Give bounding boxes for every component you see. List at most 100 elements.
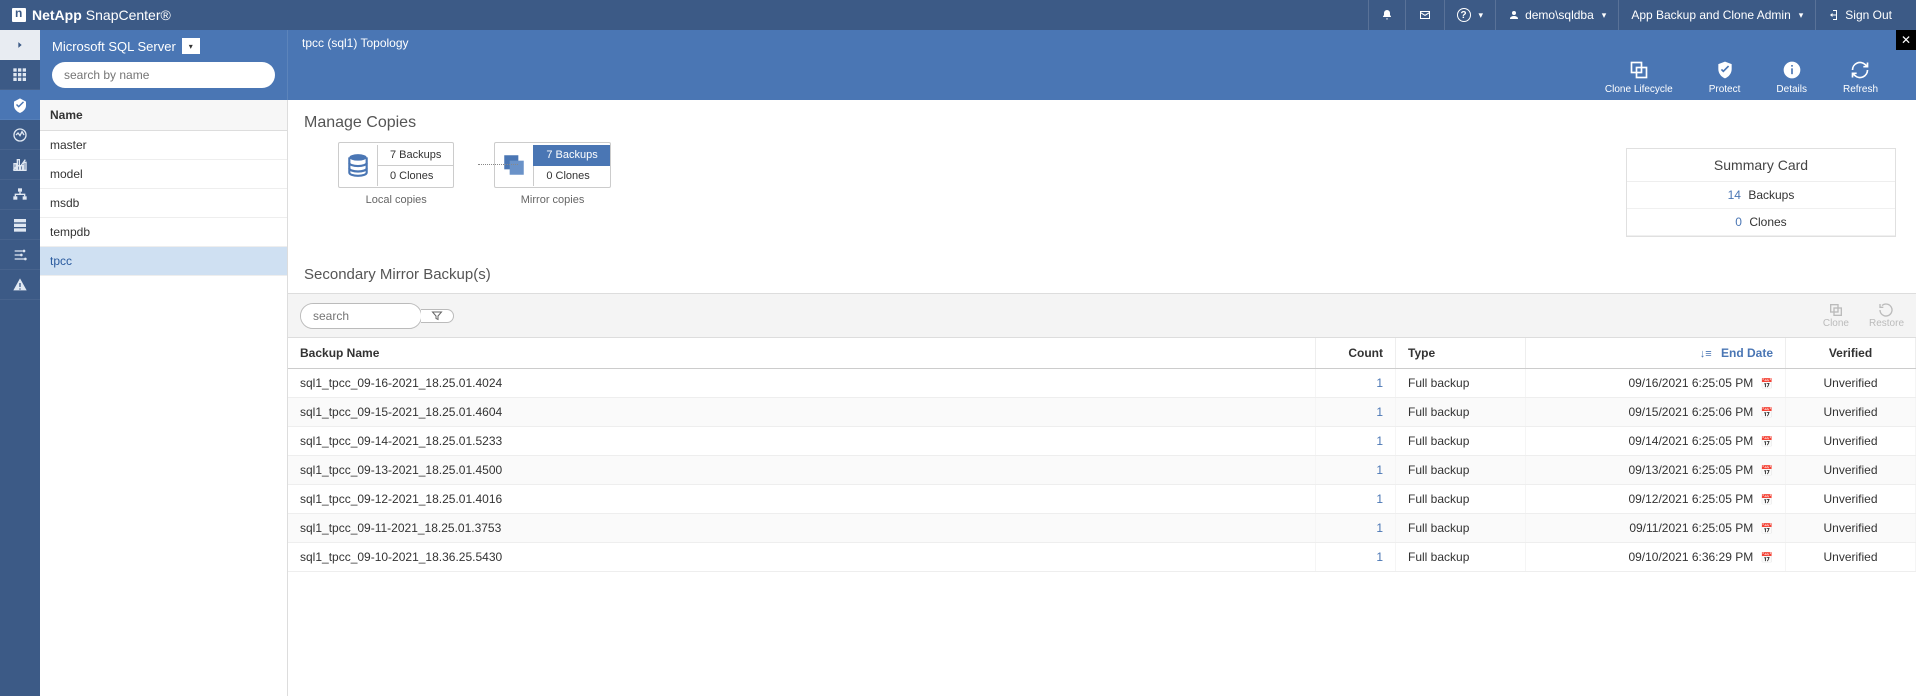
- nav-expand-toggle[interactable]: [0, 30, 40, 60]
- top-header: NetApp SnapCenter® ? demo\sqldba App Bac…: [0, 0, 1916, 30]
- info-icon: [1782, 60, 1802, 80]
- cell-count[interactable]: 1: [1316, 543, 1396, 572]
- protect-button[interactable]: Protect: [1691, 56, 1759, 99]
- user-label: demo\sqldba: [1525, 8, 1594, 22]
- cell-verified: Unverified: [1786, 456, 1916, 485]
- mirror-clones-stat: 0 Clones: [533, 166, 609, 186]
- filter-button[interactable]: [421, 309, 454, 323]
- brand: NetApp SnapCenter®: [12, 7, 171, 23]
- summary-card: Summary Card 14 Backups 0 Clones: [1626, 148, 1896, 237]
- user-menu[interactable]: demo\sqldba: [1495, 0, 1618, 30]
- brand-product: SnapCenter®: [86, 7, 171, 23]
- netapp-logo-icon: [12, 8, 26, 22]
- manage-copies-title: Manage Copies: [288, 100, 1916, 142]
- resource-search-input[interactable]: [64, 68, 263, 82]
- table-row[interactable]: sql1_tpcc_09-12-2021_18.25.01.40161Full …: [288, 485, 1916, 514]
- clone-lifecycle-button[interactable]: Clone Lifecycle: [1587, 56, 1691, 99]
- restore-action[interactable]: Restore: [1869, 302, 1904, 329]
- cell-end: 09/11/2021 6:25:05 PM 📅: [1526, 514, 1786, 543]
- cell-verified: Unverified: [1786, 398, 1916, 427]
- cell-type: Full backup: [1396, 543, 1526, 572]
- summary-backups-count: 14: [1728, 188, 1741, 202]
- local-backups-stat: 7 Backups: [377, 145, 453, 166]
- backup-search-input[interactable]: [301, 304, 421, 328]
- clone-lifecycle-icon: [1629, 60, 1649, 80]
- database-icon: [339, 143, 377, 187]
- close-button[interactable]: ✕: [1896, 30, 1916, 50]
- col-end-date[interactable]: ↓≡ End Date: [1526, 338, 1786, 369]
- calendar-icon: 📅: [1761, 379, 1773, 390]
- cell-end: 09/15/2021 6:25:06 PM 📅: [1526, 398, 1786, 427]
- sidebar-item-msdb[interactable]: msdb: [40, 189, 287, 218]
- nav-dashboard[interactable]: [0, 60, 40, 90]
- table-row[interactable]: sql1_tpcc_09-16-2021_18.25.01.40241Full …: [288, 369, 1916, 398]
- nav-settings[interactable]: [0, 240, 40, 270]
- connector-line: [478, 164, 518, 165]
- backup-toolbar: Clone Restore: [288, 293, 1916, 338]
- nav-hosts[interactable]: [0, 180, 40, 210]
- role-label: App Backup and Clone Admin: [1631, 8, 1790, 22]
- nav-monitor[interactable]: [0, 120, 40, 150]
- summary-backups[interactable]: 14 Backups: [1627, 182, 1895, 209]
- nav-resources[interactable]: [0, 90, 40, 120]
- table-row[interactable]: sql1_tpcc_09-13-2021_18.25.01.45001Full …: [288, 456, 1916, 485]
- role-menu[interactable]: App Backup and Clone Admin: [1618, 0, 1815, 30]
- nav-storage[interactable]: [0, 210, 40, 240]
- col-backup-name[interactable]: Backup Name: [288, 338, 1316, 369]
- user-icon: [1508, 9, 1520, 21]
- mirror-copies-label: Mirror copies: [521, 194, 585, 206]
- clone-action[interactable]: Clone: [1823, 302, 1849, 329]
- local-copies-card[interactable]: 7 Backups 0 Clones Local copies: [338, 142, 454, 206]
- cell-end: 09/16/2021 6:25:05 PM 📅: [1526, 369, 1786, 398]
- col-count[interactable]: Count: [1316, 338, 1396, 369]
- signout-icon: [1828, 9, 1840, 21]
- refresh-button[interactable]: Refresh: [1825, 56, 1896, 99]
- sidebar-item-tpcc[interactable]: tpcc: [40, 247, 287, 276]
- col-verified[interactable]: Verified: [1786, 338, 1916, 369]
- summary-clones[interactable]: 0 Clones: [1627, 209, 1895, 236]
- cell-verified: Unverified: [1786, 485, 1916, 514]
- bell-icon: [1381, 9, 1393, 21]
- table-row[interactable]: sql1_tpcc_09-11-2021_18.25.01.37531Full …: [288, 514, 1916, 543]
- cell-type: Full backup: [1396, 427, 1526, 456]
- cell-count[interactable]: 1: [1316, 456, 1396, 485]
- help-menu[interactable]: ?: [1444, 0, 1496, 30]
- secondary-backups-title: Secondary Mirror Backup(s): [288, 256, 1916, 293]
- sidebar-item-model[interactable]: model: [40, 160, 287, 189]
- mirror-backups-stat: 7 Backups: [533, 145, 609, 166]
- sidebar-header[interactable]: Name: [40, 100, 287, 131]
- signout-button[interactable]: Sign Out: [1815, 0, 1904, 30]
- sidebar-item-master[interactable]: master: [40, 131, 287, 160]
- summary-clones-count: 0: [1735, 215, 1742, 229]
- table-row[interactable]: sql1_tpcc_09-14-2021_18.25.01.52331Full …: [288, 427, 1916, 456]
- mirror-copies-card[interactable]: 7 Backups 0 Clones Mirror copies: [494, 142, 610, 206]
- resource-search[interactable]: [52, 62, 275, 88]
- table-row[interactable]: sql1_tpcc_09-15-2021_18.25.01.46041Full …: [288, 398, 1916, 427]
- cell-count[interactable]: 1: [1316, 427, 1396, 456]
- sidebar-item-tempdb[interactable]: tempdb: [40, 218, 287, 247]
- sub-header: Microsoft SQL Server ▾ ✕ tpcc (sql1) Top…: [0, 30, 1916, 100]
- clone-lifecycle-label: Clone Lifecycle: [1605, 84, 1673, 95]
- table-row[interactable]: sql1_tpcc_09-10-2021_18.36.25.54301Full …: [288, 543, 1916, 572]
- cell-count[interactable]: 1: [1316, 398, 1396, 427]
- nav-reports[interactable]: [0, 150, 40, 180]
- notifications-button[interactable]: [1368, 0, 1405, 30]
- backups-table: Backup Name Count Type ↓≡ End Date Verif…: [288, 338, 1916, 572]
- topology-actions: Clone Lifecycle Protect Details Refresh: [1587, 56, 1916, 99]
- details-button[interactable]: Details: [1758, 56, 1825, 99]
- nav-alerts[interactable]: [0, 270, 40, 300]
- cell-verified: Unverified: [1786, 543, 1916, 572]
- mail-button[interactable]: [1405, 0, 1444, 30]
- cell-verified: Unverified: [1786, 369, 1916, 398]
- col-type[interactable]: Type: [1396, 338, 1526, 369]
- cell-end: 09/12/2021 6:25:05 PM 📅: [1526, 485, 1786, 514]
- cell-count[interactable]: 1: [1316, 485, 1396, 514]
- plugin-dropdown[interactable]: ▾: [182, 38, 200, 54]
- clone-icon: [1828, 302, 1844, 318]
- restore-action-label: Restore: [1869, 318, 1904, 329]
- plugin-label: Microsoft SQL Server: [52, 39, 176, 54]
- cell-name: sql1_tpcc_09-11-2021_18.25.01.3753: [288, 514, 1316, 543]
- cell-count[interactable]: 1: [1316, 514, 1396, 543]
- calendar-icon: 📅: [1761, 437, 1773, 448]
- cell-count[interactable]: 1: [1316, 369, 1396, 398]
